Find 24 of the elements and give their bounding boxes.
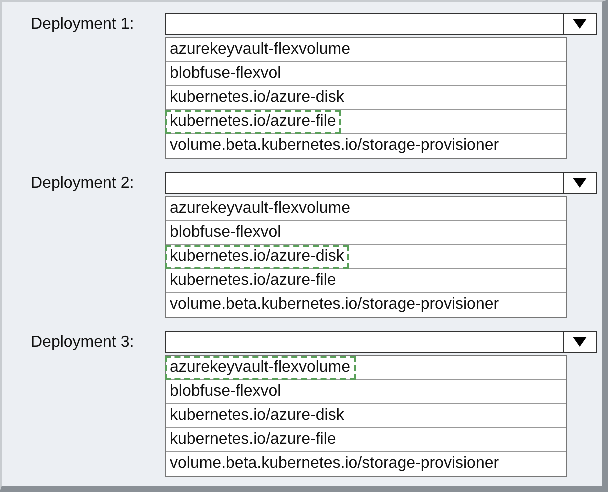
dropdown[interactable] — [165, 331, 597, 353]
deployment-label: Deployment 1: — [31, 15, 136, 35]
dropdown-option[interactable]: blobfuse-flexvol — [165, 380, 286, 404]
dropdown-option[interactable]: azurekeyvault-flexvolume — [165, 38, 356, 62]
dropdown-option[interactable]: blobfuse-flexvol — [165, 220, 286, 244]
dropdown-arrow-icon — [572, 18, 588, 30]
dropdown-option[interactable]: blobfuse-flexvol — [165, 62, 286, 86]
dropdown-option[interactable]: volume.beta.kubernetes.io/storage-provisioner — [165, 452, 504, 476]
dropdown[interactable] — [165, 172, 597, 194]
dropdown-option[interactable]: kubernetes.io/azure-file — [165, 268, 342, 292]
dropdown-option[interactable]: kubernetes.io/azure-disk — [165, 244, 350, 268]
dropdown-arrow-icon — [572, 177, 588, 189]
dropdown-option[interactable]: volume.beta.kubernetes.io/storage-provisioner — [165, 134, 504, 158]
dropdown-option[interactable]: azurekeyvault-flexvolume — [165, 196, 356, 220]
deployment-label: Deployment 3: — [31, 333, 136, 353]
dropdown-option[interactable]: kubernetes.io/azure-file — [165, 428, 342, 452]
dropdown-option[interactable]: volume.beta.kubernetes.io/storage-provisioner — [165, 293, 504, 317]
dropdown-option[interactable]: kubernetes.io/azure-disk — [165, 86, 350, 110]
deployment-label: Deployment 2: — [31, 174, 136, 194]
dropdown-option[interactable]: kubernetes.io/azure-file — [165, 110, 342, 134]
dropdown-option[interactable]: kubernetes.io/azure-disk — [165, 404, 350, 428]
dropdown-arrow-icon — [572, 336, 588, 348]
dropdown-option[interactable]: azurekeyvault-flexvolume — [165, 356, 356, 380]
dropdown[interactable] — [165, 13, 597, 35]
